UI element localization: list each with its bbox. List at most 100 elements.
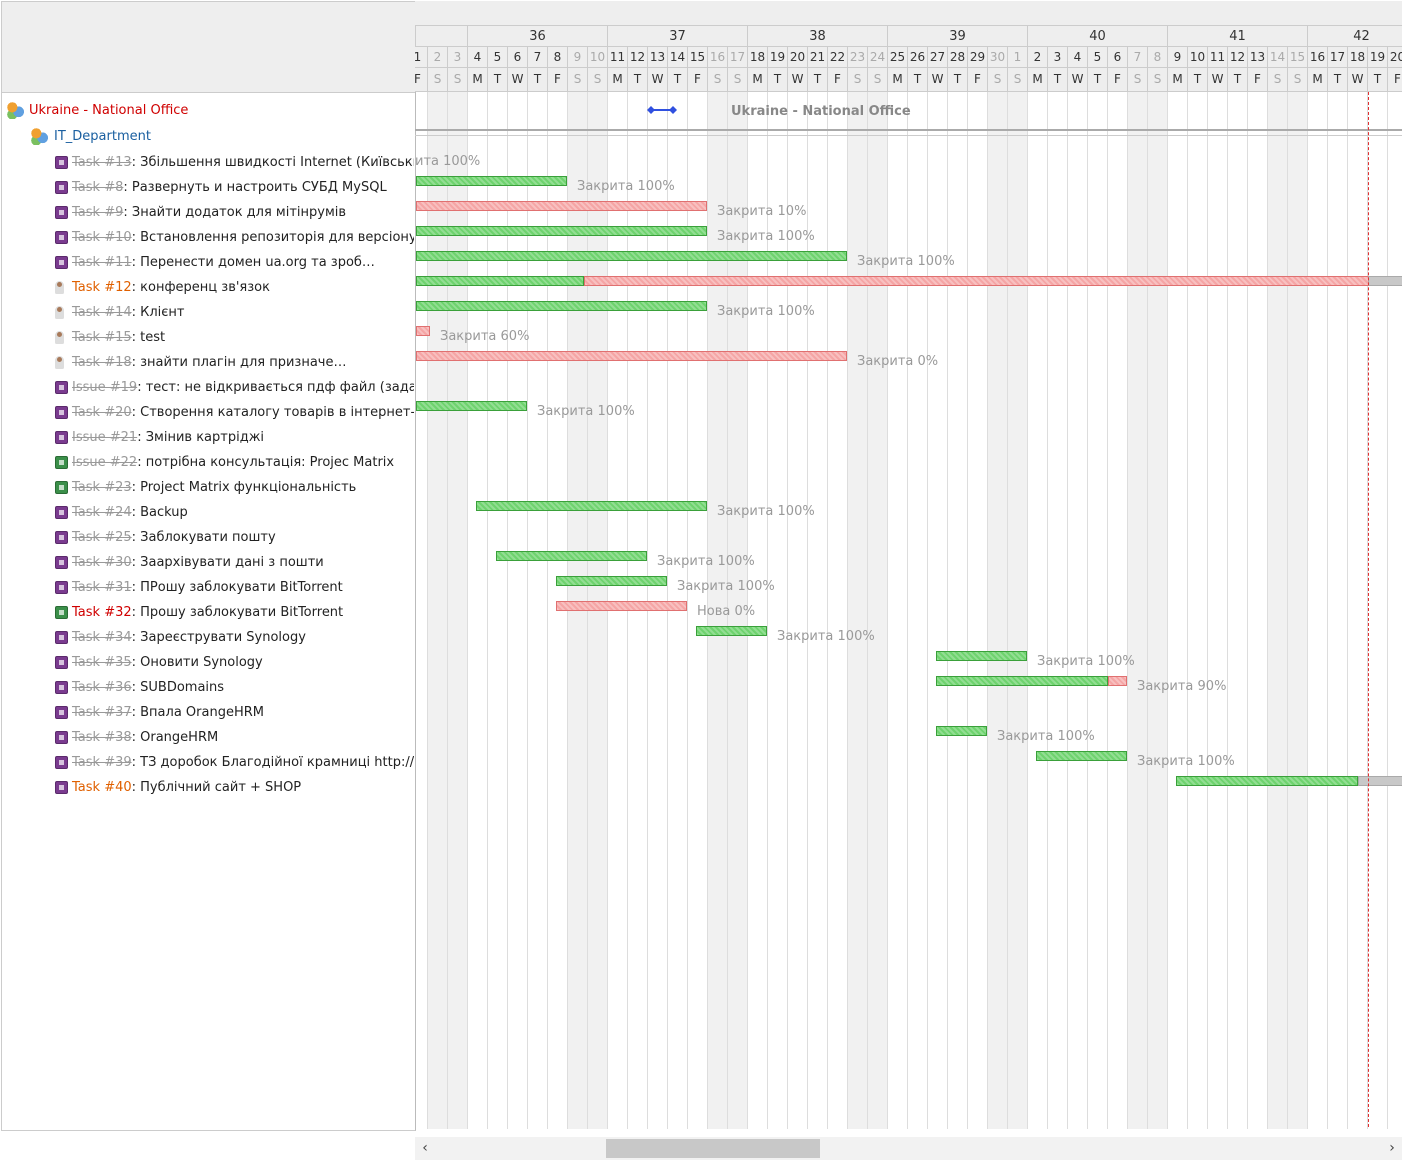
tree-row-issue[interactable]: Task #38: OrangeHRM <box>2 725 414 750</box>
tree-row-issue[interactable]: Issue #19: тест: не відкривається пдф фа… <box>2 375 414 400</box>
task-icon <box>55 256 68 269</box>
tree-row-issue[interactable]: Task #20: Створення каталогу товарів в і… <box>2 400 414 425</box>
issue-title: : SUBDomains <box>131 680 225 695</box>
gantt-bar-remaining[interactable] <box>1108 676 1127 686</box>
gantt-bar[interactable] <box>496 551 647 561</box>
issue-number-link[interactable]: Task #13 <box>72 155 132 170</box>
gantt-bar-label: Закрита 0% <box>857 354 939 369</box>
issue-number-link[interactable]: Task #18 <box>72 355 132 370</box>
day-column <box>427 92 447 1129</box>
issue-title: : ПРошу заблокувати BitTorrent <box>131 580 343 595</box>
tree-row-issue[interactable]: Task #15: test <box>2 325 414 350</box>
issue-number-link[interactable]: Task #12 <box>72 280 132 295</box>
day-number: 4 <box>467 47 487 68</box>
tree-row-issue[interactable]: Task #30: Заархівувати дані з пошти <box>2 550 414 575</box>
gantt-bar[interactable] <box>416 351 847 361</box>
day-number: 12 <box>627 47 647 68</box>
issue-number-link[interactable]: Task #37 <box>72 705 132 720</box>
tree-row-issue[interactable]: Task #23: Project Matrix функціональніст… <box>2 475 414 500</box>
tree-row-issue[interactable]: Task #12: конференц зв'язок <box>2 275 414 300</box>
tree-row-issue[interactable]: Task #31: ПРошу заблокувати BitTorrent <box>2 575 414 600</box>
issue-number-link[interactable]: Task #15 <box>72 330 132 345</box>
issue-number-link[interactable]: Task #14 <box>72 305 132 320</box>
issue-number-link[interactable]: Task #32 <box>72 605 132 620</box>
issue-label: Task #40: Публічний сайт + SHOP <box>72 775 301 800</box>
issue-number-link[interactable]: Task #36 <box>72 680 132 695</box>
day-number: 19 <box>1367 47 1387 68</box>
tree-row-issue[interactable]: Task #10: Встановлення репозиторія для в… <box>2 225 414 250</box>
issue-number-link[interactable]: Task #8 <box>72 180 123 195</box>
issue-number-link[interactable]: Task #10 <box>72 230 132 245</box>
horizontal-scrollbar[interactable]: ‹ › <box>415 1137 1402 1160</box>
gantt-bar[interactable] <box>416 176 567 186</box>
gantt-bar[interactable] <box>1036 751 1127 761</box>
day-number: 19 <box>767 47 787 68</box>
issue-number-link[interactable]: Task #40 <box>72 780 132 795</box>
tree-row-issue[interactable]: Task #25: Заблокувати пошту <box>2 525 414 550</box>
tree-row-issue[interactable]: Task #24: Backup <box>2 500 414 525</box>
tree-row-issue[interactable]: Task #32: Прошу заблокувати BitTorrent <box>2 600 414 625</box>
gantt-bar[interactable] <box>416 401 527 411</box>
scroll-right-icon[interactable]: › <box>1382 1137 1402 1160</box>
tree-row-issue[interactable]: Task #18: знайти плагін для призначе… <box>2 350 414 375</box>
subproject-link[interactable]: IT_Department <box>54 124 151 149</box>
issue-number-link[interactable]: Issue #22 <box>72 455 137 470</box>
gantt-bar-done[interactable] <box>1176 776 1358 786</box>
issue-number-link[interactable]: Task #25 <box>72 530 132 545</box>
issue-number-link[interactable]: Task #9 <box>72 205 123 220</box>
weekday-letter: M <box>887 68 907 92</box>
issue-number-link[interactable]: Task #11 <box>72 255 132 270</box>
issue-number-link[interactable]: Task #23 <box>72 480 132 495</box>
issue-number-link[interactable]: Task #24 <box>72 505 132 520</box>
weekday-letter: F <box>687 68 707 92</box>
gantt-bar[interactable] <box>696 626 767 636</box>
issue-number-link[interactable]: Issue #21 <box>72 430 137 445</box>
scroll-thumb[interactable] <box>606 1139 820 1158</box>
tree-row-issue[interactable]: Task #35: Оновити Synology <box>2 650 414 675</box>
tree-row-project[interactable]: Ukraine - National Office <box>2 98 415 123</box>
gantt-bar-done[interactable] <box>416 276 584 286</box>
gantt-bar[interactable] <box>936 651 1027 661</box>
tree-row-issue[interactable]: Task #11: Перенести домен ua.org та зроб… <box>2 250 414 275</box>
issue-number-link[interactable]: Task #34 <box>72 630 132 645</box>
gantt-bar[interactable] <box>476 501 707 511</box>
gantt-bar[interactable] <box>556 576 667 586</box>
tree-row-issue[interactable]: Task #34: Зареєструвати Synology <box>2 625 414 650</box>
tree-row-issue[interactable]: Task #40: Публічний сайт + SHOP <box>2 775 414 800</box>
tree-row-issue[interactable]: Issue #21: Змінив картріджі <box>2 425 414 450</box>
tree-row-issue[interactable]: Task #14: Клієнт <box>2 300 414 325</box>
tree-row-issue[interactable]: Task #9: Знайти додаток для мітінрумів <box>2 200 414 225</box>
issue-number-link[interactable]: Task #30 <box>72 555 132 570</box>
issue-number-link[interactable]: Task #38 <box>72 730 132 745</box>
issue-number-link[interactable]: Task #20 <box>72 405 132 420</box>
gantt-bar[interactable] <box>416 301 707 311</box>
gantt-bar[interactable] <box>936 726 987 736</box>
scroll-left-icon[interactable]: ‹ <box>415 1137 435 1160</box>
gantt-bar[interactable] <box>416 226 707 236</box>
issue-number-link[interactable]: Issue #19 <box>72 380 137 395</box>
day-number: 8 <box>1147 47 1167 68</box>
tree-row-subproject[interactable]: IT_Department <box>2 124 415 149</box>
tree-row-issue[interactable]: Task #39: ТЗ доробок Благодійної крамниц… <box>2 750 414 775</box>
gantt-bar[interactable] <box>416 201 707 211</box>
issue-number-link[interactable]: Task #31 <box>72 580 132 595</box>
gantt-bar[interactable] <box>416 251 847 261</box>
tree-row-issue[interactable]: Task #37: Впала OrangeHRM <box>2 700 414 725</box>
tree-row-issue[interactable]: Task #8: Развернуть и настроить СУБД MyS… <box>2 175 414 200</box>
tree-row-issue[interactable]: Task #36: SUBDomains <box>2 675 414 700</box>
gantt-bar-overflow <box>1358 776 1402 786</box>
tree-row-issue[interactable]: Task #13: Збільшення швидкості Internet … <box>2 150 414 175</box>
project-link[interactable]: Ukraine - National Office <box>29 98 188 123</box>
gantt-bar-done[interactable] <box>936 676 1108 686</box>
gantt-bar-remaining[interactable] <box>584 276 1402 286</box>
tree-row-issue[interactable]: Issue #22: потрібна консультація: Projec… <box>2 450 414 475</box>
day-number: 21 <box>807 47 827 68</box>
gantt-bar[interactable] <box>416 326 430 336</box>
issue-number-link[interactable]: Task #35 <box>72 655 132 670</box>
weekday-letter: T <box>947 68 967 92</box>
gantt-bar-label: Закрита 100% <box>857 254 955 269</box>
gantt-bar[interactable] <box>556 601 687 611</box>
issue-label: Issue #21: Змінив картріджі <box>72 425 264 450</box>
task-icon <box>55 656 68 669</box>
issue-number-link[interactable]: Task #39 <box>72 755 132 770</box>
